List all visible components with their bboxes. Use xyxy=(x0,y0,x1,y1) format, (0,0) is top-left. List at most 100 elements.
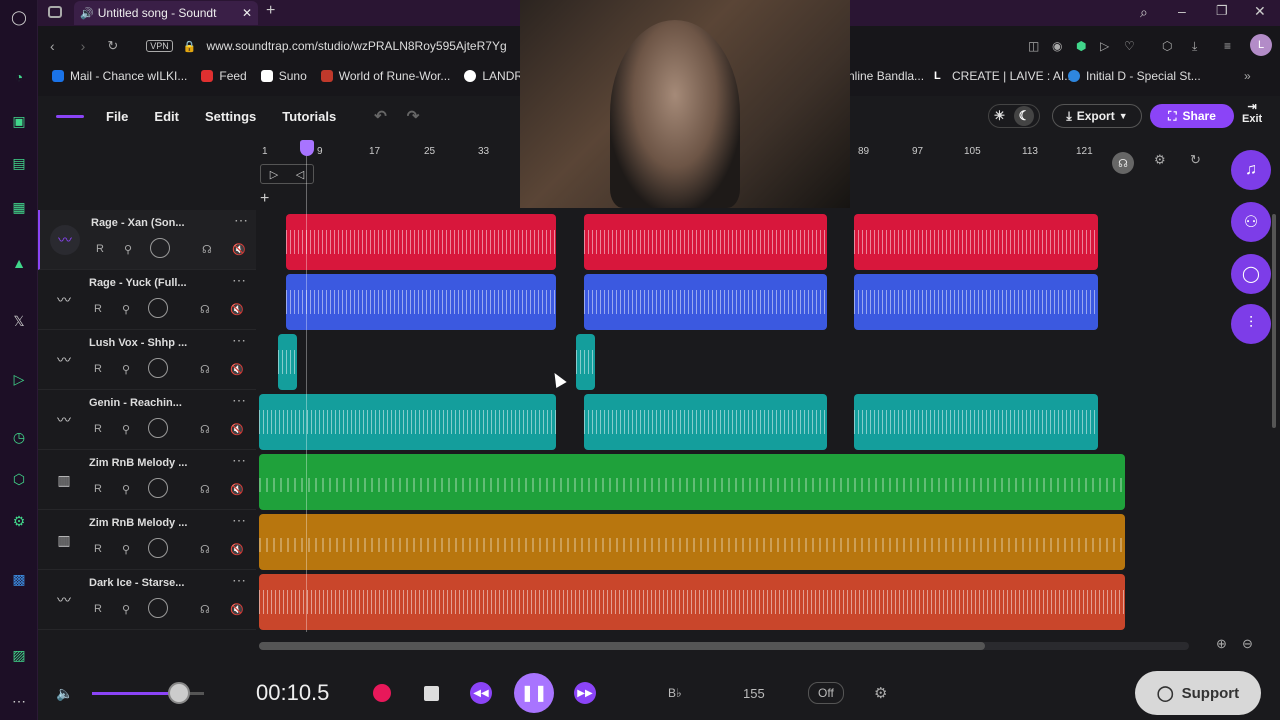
effects-icon[interactable]: ⚲ xyxy=(122,603,130,616)
twitch-icon[interactable]: ▤ xyxy=(10,154,28,172)
audio-clip[interactable] xyxy=(259,574,1125,630)
track-name[interactable]: Lush Vox - Shhp ... xyxy=(89,337,187,349)
headphones-solo-icon[interactable]: ☊ xyxy=(202,243,212,256)
maximize-icon[interactable]: ❐ xyxy=(1216,3,1228,19)
record-button[interactable] xyxy=(373,684,391,702)
close-window-icon[interactable]: ✕ xyxy=(1254,3,1266,20)
effects-icon[interactable]: ⚲ xyxy=(122,363,130,376)
vpn-badge[interactable]: VPN xyxy=(146,40,173,52)
effects-icon[interactable]: ⚲ xyxy=(122,483,130,496)
exit-button[interactable]: ⇥ Exit xyxy=(1242,100,1262,125)
scrollbar-thumb[interactable] xyxy=(259,642,985,650)
vertical-scrollbar[interactable] xyxy=(1272,214,1276,428)
mute-icon[interactable]: 🔇 xyxy=(232,243,246,256)
more-icon[interactable]: ⋯ xyxy=(10,692,28,710)
audio-clip[interactable] xyxy=(259,394,556,450)
mute-icon[interactable]: 🔇 xyxy=(230,603,244,616)
track-menu-icon[interactable]: ⋯ xyxy=(232,392,246,409)
browser-tab[interactable]: 🔊 Untitled song - Soundt ✕ xyxy=(74,1,258,25)
track-menu-icon[interactable]: ⋯ xyxy=(232,572,246,589)
tempo-display[interactable]: 155 xyxy=(743,686,765,701)
bookmark-item[interactable]: World of Rune-Wor... xyxy=(320,69,450,83)
minimize-icon[interactable]: – xyxy=(1178,3,1186,19)
track-name[interactable]: Rage - Xan (Son... xyxy=(91,217,185,229)
track-header[interactable]: 〰 Lush Vox - Shhp ... ⋯ R ⚲ ☊ 🔇 xyxy=(38,330,256,390)
share-button[interactable]: ⛶ Share xyxy=(1150,104,1234,128)
track-header[interactable]: 〰 Rage - Yuck (Full... ⋯ R ⚲ ☊ 🔇 xyxy=(38,270,256,330)
headphones-solo-icon[interactable]: ☊ xyxy=(200,483,210,496)
mute-icon[interactable]: 🔇 xyxy=(230,363,244,376)
volume-knob[interactable] xyxy=(148,538,168,558)
audio-clip[interactable] xyxy=(286,274,556,330)
refresh-icon[interactable]: ↻ xyxy=(1190,152,1201,168)
record-arm-button[interactable]: R xyxy=(94,303,102,315)
undo-icon[interactable]: ↶ xyxy=(374,107,387,125)
cube-icon[interactable]: ⬡ xyxy=(1162,39,1172,53)
master-volume-slider[interactable] xyxy=(92,682,204,704)
effects-icon[interactable]: ⚲ xyxy=(122,423,130,436)
export-button[interactable]: ⤓ Export ▼ xyxy=(1052,104,1142,128)
track-name[interactable]: Zim RnB Melody ... xyxy=(89,457,187,469)
snapshot-icon[interactable]: ◫ xyxy=(1028,39,1039,53)
record-arm-button[interactable]: R xyxy=(94,603,102,615)
more-bookmarks-icon[interactable]: » xyxy=(1244,69,1251,83)
audio-clip[interactable] xyxy=(576,334,595,390)
shield-icon[interactable]: ⬢ xyxy=(1076,39,1086,53)
track-menu-icon[interactable]: ⋯ xyxy=(232,332,246,349)
headphones-solo-icon[interactable]: ☊ xyxy=(200,423,210,436)
track-header[interactable]: 〰 Rage - Xan (Son... ⋯ R ⚲ ☊ 🔇 xyxy=(38,210,256,270)
volume-knob[interactable] xyxy=(150,238,170,258)
music-note-icon[interactable]: ♫ xyxy=(1231,150,1271,190)
bookmark-item[interactable]: nline Bandla... xyxy=(848,69,924,83)
record-arm-button[interactable]: R xyxy=(94,363,102,375)
audio-clip[interactable] xyxy=(278,334,297,390)
audio-clip[interactable] xyxy=(584,214,827,270)
midi-clip[interactable] xyxy=(259,454,1125,510)
metronome-toggle[interactable]: Off xyxy=(808,682,844,704)
horizontal-scrollbar[interactable] xyxy=(259,642,1189,650)
discord-icon[interactable]: ▦ xyxy=(10,198,28,216)
workspaces-icon[interactable] xyxy=(48,6,62,18)
menu-tutorials[interactable]: Tutorials xyxy=(282,109,336,124)
zoom-out-icon[interactable]: ⊖ xyxy=(1242,636,1253,652)
image-icon[interactable]: ▨ xyxy=(10,646,28,664)
track-name[interactable]: Rage - Yuck (Full... xyxy=(89,277,187,289)
music-icon[interactable]: ▲ xyxy=(10,254,28,272)
track-header[interactable]: ▥ Zim RnB Melody ... ⋯ R ⚲ ☊ 🔇 xyxy=(38,510,256,570)
volume-knob[interactable] xyxy=(148,358,168,378)
forward-icon[interactable]: › xyxy=(81,38,86,54)
playhead-marker[interactable] xyxy=(300,140,314,156)
zoom-in-icon[interactable]: ⊕ xyxy=(1216,636,1227,652)
record-arm-button[interactable]: R xyxy=(94,543,102,555)
headphones-icon[interactable]: ☊ xyxy=(1112,152,1134,174)
extensions-icon[interactable]: ⬡ xyxy=(10,470,28,488)
chat-icon[interactable]: ◯ xyxy=(1231,254,1271,294)
theme-toggle[interactable]: ☀ ☾ xyxy=(988,104,1040,128)
opera-icon[interactable]: ◯ xyxy=(10,8,28,26)
bookmark-item[interactable]: LANDR xyxy=(464,69,523,83)
midi-clip[interactable] xyxy=(259,514,1125,570)
history-icon[interactable]: ◷ xyxy=(10,428,28,446)
bookmark-item[interactable]: Mail - Chance wILKI... xyxy=(52,69,187,83)
back-icon[interactable]: ‹ xyxy=(50,38,55,54)
bookmark-item[interactable]: L CREATE | LAIVE : AI... xyxy=(934,69,1074,83)
audio-clip[interactable] xyxy=(854,394,1098,450)
close-tab-icon[interactable]: ✕ xyxy=(242,6,252,20)
track-menu-icon[interactable]: ⋯ xyxy=(234,212,248,229)
speed-dial-icon[interactable]: ◔ xyxy=(10,68,28,86)
audio-clip[interactable] xyxy=(854,214,1098,270)
shopping-icon[interactable]: ▣ xyxy=(10,112,28,130)
track-menu-icon[interactable]: ⋯ xyxy=(232,272,246,289)
menu-edit[interactable]: Edit xyxy=(154,109,179,124)
bookmark-item[interactable]: Initial D - Special St... xyxy=(1068,69,1201,83)
volume-knob[interactable] xyxy=(148,478,168,498)
effects-icon[interactable]: ⚲ xyxy=(122,303,130,316)
effects-icon[interactable]: ⚲ xyxy=(124,243,132,256)
transport-settings-icon[interactable]: ⚙ xyxy=(874,684,887,702)
headphones-solo-icon[interactable]: ☊ xyxy=(200,303,210,316)
fast-forward-button[interactable]: ▶▶ xyxy=(574,682,596,704)
track-menu-icon[interactable]: ⋯ xyxy=(232,452,246,469)
send-icon[interactable]: ▷ xyxy=(1100,39,1109,53)
audio-clip[interactable] xyxy=(854,274,1098,330)
mixer-icon[interactable]: ⫶ xyxy=(1231,304,1271,344)
